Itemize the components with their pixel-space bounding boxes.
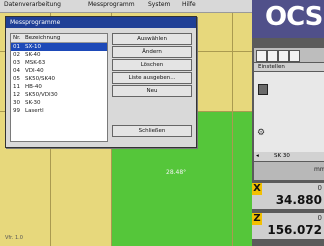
z-zero: 0 xyxy=(317,214,322,222)
grid-line xyxy=(232,13,233,246)
row-name: SK50/SK40 xyxy=(25,76,56,82)
logo-text: OCS xyxy=(265,2,323,32)
einstellen-label[interactable]: Einstellen xyxy=(254,63,324,71)
row-name: HB-40 xyxy=(25,84,42,90)
z-readout: Z 0 156.072 xyxy=(252,213,324,239)
edit-button[interactable]: Ändern xyxy=(112,46,192,58)
messprogramme-dialog: Messprogramme Nr. Bezeichnung 01 SX-10 0… xyxy=(5,16,197,148)
stepper-value: SK 30 xyxy=(274,153,290,159)
col-nr: Nr. xyxy=(13,35,21,41)
tool-icon[interactable] xyxy=(267,50,278,62)
row-name: VDI-40 xyxy=(25,68,44,74)
gear-icon[interactable]: ⚙ xyxy=(257,128,265,138)
z-axis-label: Z xyxy=(252,213,262,225)
row-name: SK50/VDI30 xyxy=(25,92,58,98)
x-axis-label: X xyxy=(252,183,262,195)
row-nr: 12 xyxy=(13,92,20,98)
list-item[interactable]: 30 SK-30 xyxy=(11,99,107,107)
logo: OCS xyxy=(252,0,324,38)
unit-label: mm xyxy=(314,166,324,173)
program-stepper[interactable]: ◂ SK 30 xyxy=(254,152,324,161)
x-readout: X 0 34.880 xyxy=(252,183,324,209)
z-value: 156.072 xyxy=(267,223,322,237)
stepper-arrow-icon[interactable]: ◂ xyxy=(256,152,259,161)
row-nr: 04 xyxy=(13,68,20,74)
list-item[interactable]: 11 HB-40 xyxy=(11,83,107,91)
tool-icon[interactable] xyxy=(278,50,289,62)
delete-button[interactable]: Löschen xyxy=(112,59,192,71)
list-item[interactable]: 03 MSK-63 xyxy=(11,59,107,67)
canvas-value-label: 28.48° xyxy=(166,169,187,176)
row-nr: 11 xyxy=(13,84,20,90)
right-panel: OCS Einstellen ⚙ ◂ SK 30 mm X 0 34.880 Z… xyxy=(252,0,324,246)
row-name: SK-30 xyxy=(25,100,41,106)
row-name: MSK-63 xyxy=(25,60,46,66)
list-item[interactable]: 05 SK50/SK40 xyxy=(11,75,107,83)
row-nr: 03 xyxy=(13,60,20,66)
list-item[interactable]: 01 SX-10 xyxy=(11,43,107,51)
list-item[interactable]: 02 SK-40 xyxy=(11,51,107,59)
list-header: Nr. Bezeichnung xyxy=(11,34,107,43)
x-value: 34.880 xyxy=(275,193,322,207)
list-item[interactable]: 99 Lasertl xyxy=(11,107,107,115)
row-nr: 01 xyxy=(13,44,20,50)
version-label: Vfr. 1.0 xyxy=(5,235,23,241)
program-list[interactable]: Nr. Bezeichnung 01 SX-10 02 SK-40 03 MSK… xyxy=(10,33,108,142)
row-nr: 99 xyxy=(13,108,20,114)
menu-messprogramm[interactable]: Messprogramm xyxy=(88,1,135,8)
tool-icon[interactable] xyxy=(289,50,300,62)
list-item[interactable]: 04 VDI-40 xyxy=(11,67,107,75)
row-name: SX-10 xyxy=(25,44,41,50)
x-zero: 0 xyxy=(317,184,322,192)
list-item[interactable]: 12 SK50/VDI30 xyxy=(11,91,107,99)
row-name: Lasertl xyxy=(25,108,44,114)
row-nr: 02 xyxy=(13,52,20,58)
menu-system[interactable]: System xyxy=(148,1,170,8)
row-nr: 30 xyxy=(13,100,20,106)
toolbar xyxy=(254,48,324,62)
new-button[interactable]: Neu xyxy=(112,85,192,97)
row-name: SK-40 xyxy=(25,52,41,58)
select-button[interactable]: Auswählen xyxy=(112,33,192,45)
menu-hilfe[interactable]: Hilfe xyxy=(182,1,196,8)
dialog-title: Messprogramme xyxy=(6,17,196,28)
device-icon xyxy=(258,84,268,95)
col-bezeichnung: Bezeichnung xyxy=(25,35,61,41)
close-button[interactable]: Schließen xyxy=(112,125,192,137)
menu-datenverarbeitung[interactable]: Datenverarbeitung xyxy=(4,1,61,8)
tool-icon[interactable] xyxy=(256,50,267,62)
row-nr: 05 xyxy=(13,76,20,82)
menu-bar: Datenverarbeitung Messprogramm System Hi… xyxy=(0,0,252,13)
print-list-button[interactable]: Liste ausgeben... xyxy=(112,72,192,84)
